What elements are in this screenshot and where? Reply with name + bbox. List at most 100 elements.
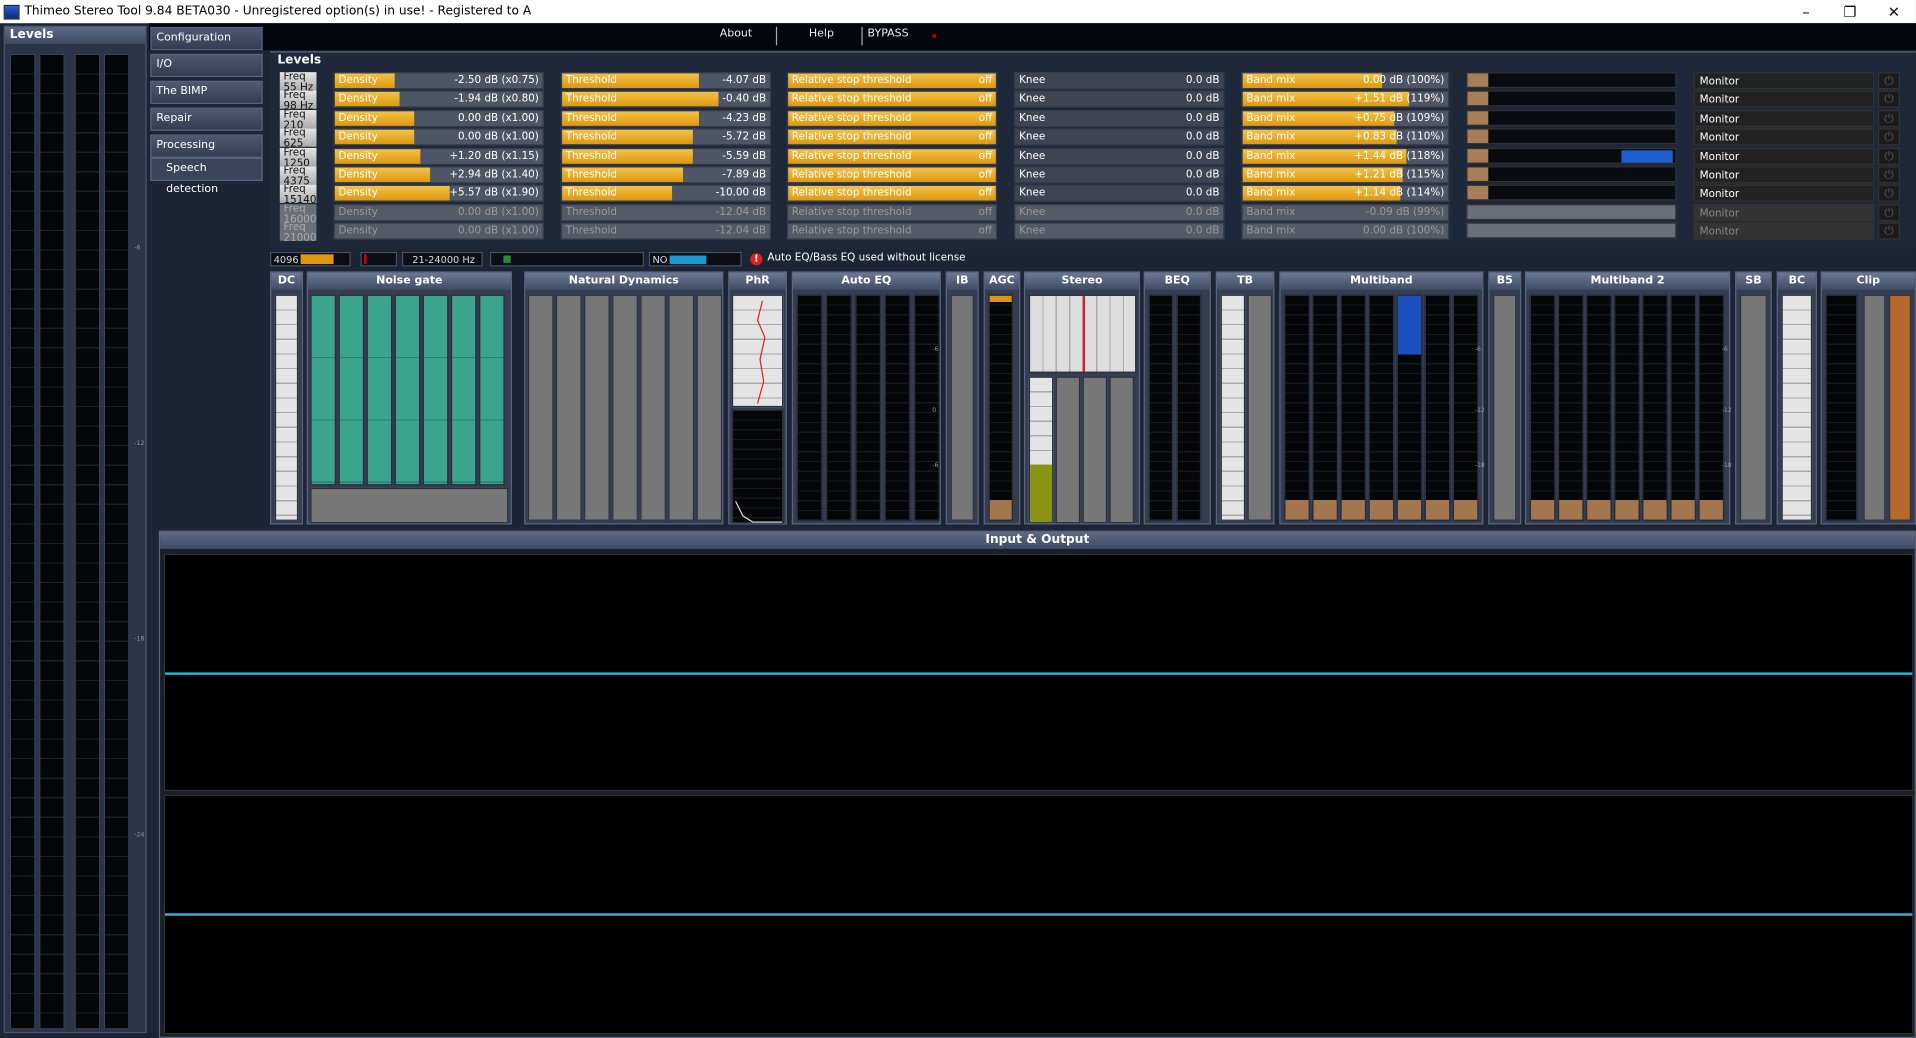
module-noise-gate[interactable]: Noise gate (306, 271, 512, 525)
relative-stop-slider[interactable]: Relative stop threshold off (786, 166, 998, 184)
frequency-range[interactable]: 21-24000 Hz (402, 251, 483, 267)
module-title[interactable]: Multiband 2 (1526, 272, 1729, 290)
module-title[interactable]: Noise gate (307, 272, 511, 290)
module-title[interactable]: SB (1736, 272, 1771, 290)
module-title[interactable]: Auto EQ (793, 272, 940, 290)
freq-button[interactable]: Freq 98 Hz (279, 90, 317, 110)
band-mix-slider[interactable]: Band mix +1.14 dB (114%) (1241, 185, 1450, 203)
density-slider[interactable]: Density 0.00 dB (x1.00) (333, 128, 544, 146)
module-title[interactable]: IB (946, 272, 978, 290)
relative-stop-slider[interactable]: Relative stop threshold off (786, 203, 998, 222)
power-icon[interactable]: ⏻ (1878, 72, 1901, 90)
threshold-slider[interactable]: Threshold -5.59 dB (560, 147, 772, 165)
module-dc[interactable]: DC (270, 271, 304, 525)
knee-slider[interactable]: Knee 0.0 dB (1014, 222, 1225, 240)
monitor-button[interactable]: Monitor (1693, 72, 1875, 90)
module-title[interactable]: B5 (1489, 272, 1521, 290)
power-icon[interactable]: ⏻ (1878, 203, 1901, 222)
module-natural-dynamics[interactable]: Natural Dynamics (524, 271, 724, 525)
module-title[interactable]: TB (1217, 272, 1274, 290)
bypass-button[interactable]: BYPASS (868, 28, 909, 40)
threshold-slider[interactable]: Threshold -7.89 dB (560, 166, 772, 184)
module-auto-eq[interactable]: Auto EQ -6 0 -6 (791, 271, 941, 525)
module-ib[interactable]: IB (945, 271, 979, 525)
fft-size[interactable]: 4096 (270, 251, 351, 267)
threshold-slider[interactable]: Threshold -0.40 dB (560, 90, 772, 109)
band-mix-slider[interactable]: Band mix +1.51 dB (119%) (1241, 90, 1450, 109)
freq-button[interactable]: Freq 4375 Hz (279, 166, 317, 185)
monitor-button[interactable]: Monitor (1693, 128, 1875, 146)
module-multiband-2[interactable]: Multiband 2 -6 -12 -18 (1524, 271, 1732, 525)
threshold-slider[interactable]: Threshold -4.23 dB (560, 109, 772, 127)
module-title[interactable]: Multiband (1280, 272, 1483, 290)
freq-button[interactable]: Freq 21000 Hz (279, 222, 317, 242)
relative-stop-slider[interactable]: Relative stop threshold off (786, 128, 998, 146)
module-title[interactable]: Natural Dynamics (525, 272, 723, 290)
knee-slider[interactable]: Knee 0.0 dB (1014, 185, 1225, 203)
monitor-button[interactable]: Monitor (1693, 147, 1875, 165)
freq-button[interactable]: Freq 625 Hz (279, 128, 317, 147)
band-mix-slider[interactable]: Band mix -0.09 dB (99%) (1241, 203, 1450, 222)
relative-stop-slider[interactable]: Relative stop threshold off (786, 147, 998, 165)
module-sb[interactable]: SB (1735, 271, 1772, 525)
nav-configuration[interactable]: Configuration (150, 26, 263, 51)
knee-slider[interactable]: Knee 0.0 dB (1014, 203, 1225, 222)
power-icon[interactable]: ⏻ (1878, 147, 1901, 165)
freq-button[interactable]: Freq 55 Hz (279, 72, 317, 91)
density-slider[interactable]: Density -1.94 dB (x0.80) (333, 90, 544, 109)
density-slider[interactable]: Density +5.57 dB (x1.90) (333, 185, 544, 203)
power-icon[interactable]: ⏻ (1878, 185, 1901, 203)
monitor-button[interactable]: Monitor (1693, 109, 1875, 127)
density-slider[interactable]: Density 0.00 dB (x1.00) (333, 203, 544, 222)
threshold-slider[interactable]: Threshold -5.72 dB (560, 128, 772, 146)
relative-stop-slider[interactable]: Relative stop threshold off (786, 185, 998, 203)
monitor-button[interactable]: Monitor (1693, 203, 1875, 222)
knee-slider[interactable]: Knee 0.0 dB (1014, 147, 1225, 165)
knee-slider[interactable]: Knee 0.0 dB (1014, 166, 1225, 184)
threshold-slider[interactable]: Threshold -10.00 dB (560, 185, 772, 203)
freq-button[interactable]: Freq 1250 Hz (279, 147, 317, 166)
density-slider[interactable]: Density -2.50 dB (x0.75) (333, 72, 544, 90)
knee-slider[interactable]: Knee 0.0 dB (1014, 72, 1225, 90)
band-mix-slider[interactable]: Band mix 0.00 dB (100%) (1241, 222, 1450, 240)
density-slider[interactable]: Density +1.20 dB (x1.15) (333, 147, 544, 165)
module-title[interactable]: BC (1777, 272, 1816, 290)
power-icon[interactable]: ⏻ (1878, 109, 1901, 127)
power-icon[interactable]: ⏻ (1878, 128, 1901, 146)
band-mix-slider[interactable]: Band mix +0.75 dB (109%) (1241, 109, 1450, 127)
density-slider[interactable]: Density 0.00 dB (x1.00) (333, 222, 544, 240)
density-slider[interactable]: Density 0.00 dB (x1.00) (333, 109, 544, 127)
freq-button[interactable]: Freq 15140 Hz (279, 185, 317, 204)
freq-button[interactable]: Freq 16000 Hz (279, 203, 317, 223)
freq-button[interactable]: Freq 210 Hz (279, 109, 317, 129)
module-title[interactable]: BEQ (1144, 272, 1210, 290)
relative-stop-slider[interactable]: Relative stop threshold off (786, 222, 998, 240)
nav-repair[interactable]: Repair (150, 107, 263, 131)
nav-the-bimp[interactable]: The BIMP (150, 80, 263, 104)
relative-stop-slider[interactable]: Relative stop threshold off (786, 109, 998, 127)
threshold-slider[interactable]: Threshold -4.07 dB (560, 72, 772, 90)
module-agc[interactable]: AGC (983, 271, 1021, 525)
band-mix-slider[interactable]: Band mix 0.00 dB (100%) (1241, 72, 1450, 90)
help-button[interactable]: Help (809, 28, 834, 40)
knee-slider[interactable]: Knee 0.0 dB (1014, 128, 1225, 146)
minimize-button[interactable]: – (1784, 3, 1828, 20)
monitor-button[interactable]: Monitor (1693, 222, 1875, 240)
knee-slider[interactable]: Knee 0.0 dB (1014, 90, 1225, 109)
module-clip[interactable]: Clip (1820, 271, 1916, 525)
band-mix-slider[interactable]: Band mix +0.83 dB (110%) (1241, 128, 1450, 146)
about-button[interactable]: About (720, 28, 753, 40)
power-icon[interactable]: ⏻ (1878, 166, 1901, 184)
module-tb[interactable]: TB (1215, 271, 1275, 525)
knee-slider[interactable]: Knee 0.0 dB (1014, 109, 1225, 127)
module-title[interactable]: Clip (1821, 272, 1915, 290)
module-multiband[interactable]: Multiband -6 -12 -18 (1279, 271, 1485, 525)
monitor-button[interactable]: Monitor (1693, 166, 1875, 184)
close-button[interactable]: ✕ (1872, 3, 1916, 20)
relative-stop-slider[interactable]: Relative stop threshold off (786, 72, 998, 90)
module-bc[interactable]: BC (1776, 271, 1817, 525)
module-stereo[interactable]: Stereo (1023, 271, 1141, 525)
monitor-button[interactable]: Monitor (1693, 90, 1875, 109)
module-title[interactable]: AGC (984, 272, 1020, 290)
module-phr[interactable]: PhR (728, 271, 787, 525)
